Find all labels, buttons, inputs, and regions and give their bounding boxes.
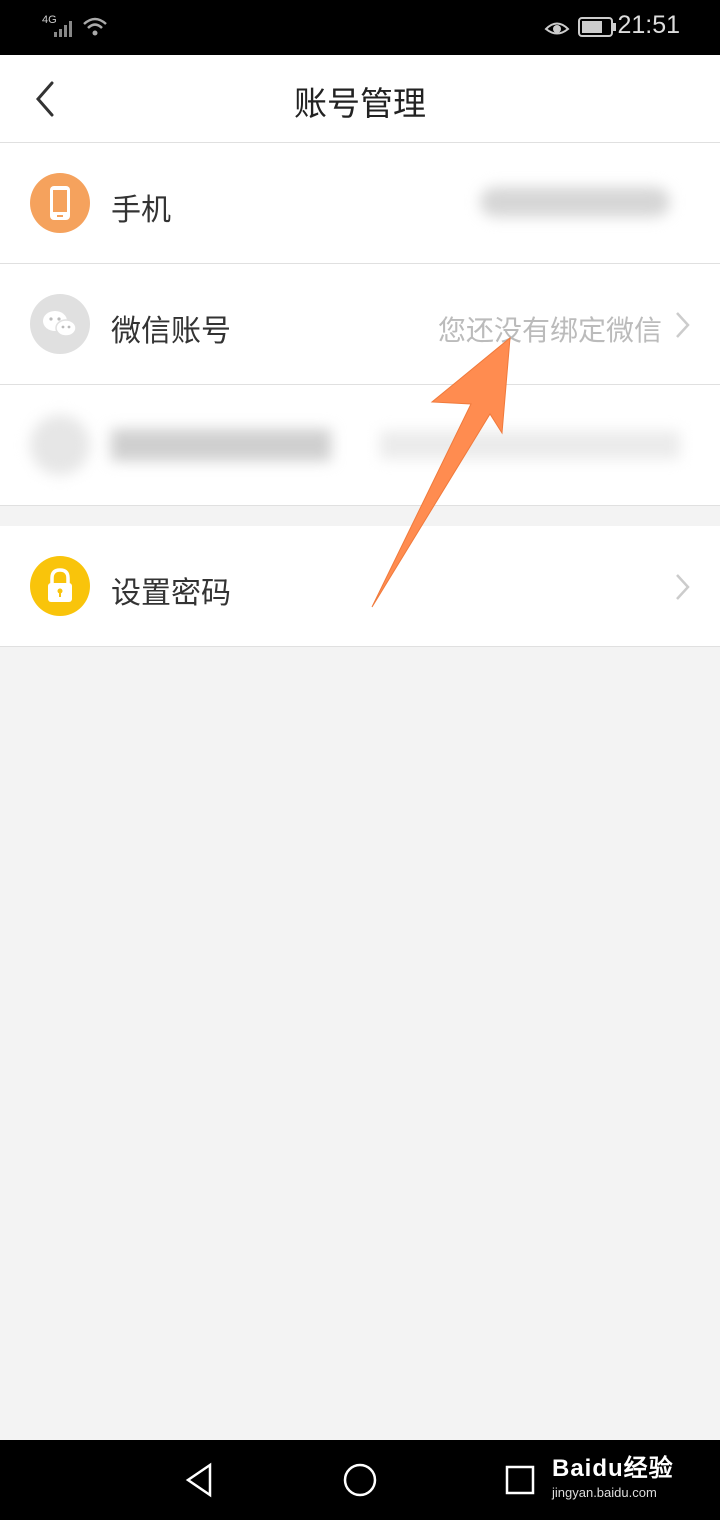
app-header: 账号管理 — [0, 55, 720, 143]
phone-number-redacted — [480, 187, 670, 217]
nav-back-icon[interactable] — [180, 1460, 220, 1500]
phone-label: 手机 — [111, 193, 171, 228]
eye-icon — [544, 22, 570, 35]
chevron-right-icon — [676, 312, 690, 338]
phone-icon — [30, 173, 90, 233]
battery-icon — [578, 17, 616, 37]
wifi-icon — [83, 17, 107, 36]
nav-home-icon[interactable] — [340, 1460, 380, 1500]
list-item-phone[interactable]: 手机 — [0, 143, 720, 264]
wechat-icon — [30, 294, 90, 354]
blurred-value — [380, 431, 680, 459]
signal-icon — [54, 21, 72, 37]
status-bar: 4G 21:51 — [0, 0, 720, 55]
watermark: Baidu经验 jingyan.baidu.com — [552, 1448, 674, 1500]
list-item-blurred[interactable] — [0, 385, 720, 506]
blurred-label — [111, 429, 331, 461]
blurred-icon — [30, 415, 90, 475]
password-label: 设置密码 — [111, 576, 231, 611]
list-item-wechat[interactable]: 微信账号 您还没有绑定微信 — [0, 264, 720, 385]
watermark-url: jingyan.baidu.com — [552, 1485, 657, 1500]
wechat-label: 微信账号 — [111, 314, 231, 349]
lock-icon — [30, 556, 90, 616]
wechat-status: 您还没有绑定微信 — [437, 314, 662, 347]
clock: 21:51 — [617, 11, 680, 39]
chevron-right-icon — [676, 574, 690, 600]
nav-bar: Baidu经验 jingyan.baidu.com — [0, 1440, 720, 1520]
list-item-password[interactable]: 设置密码 — [0, 526, 720, 647]
page-title: 账号管理 — [294, 84, 426, 123]
watermark-brand: Baidu经验 — [552, 1455, 674, 1482]
nav-recents-icon[interactable] — [500, 1460, 540, 1500]
